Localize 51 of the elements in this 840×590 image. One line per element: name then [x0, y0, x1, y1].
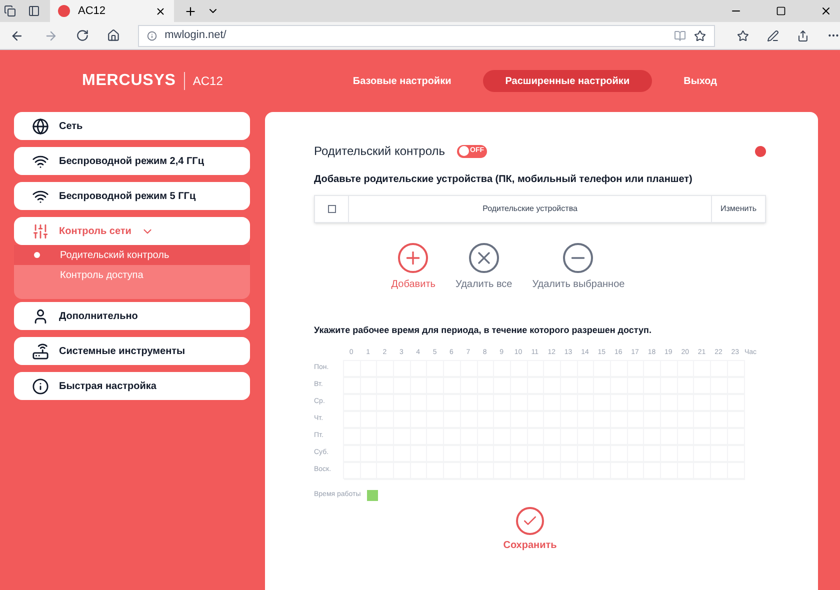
section-heading: Добавьте родительские устройства (ПК, мобильный телефон или планшет) [314, 173, 694, 187]
sidebar-item[interactable]: Быстрая настройка [14, 372, 250, 400]
tabs-icon[interactable] [4, 5, 16, 17]
globe-icon [32, 118, 49, 134]
close-icon[interactable] [155, 6, 166, 16]
nav-tab[interactable]: Базовые настройки [330, 70, 474, 92]
home-icon[interactable] [106, 29, 120, 42]
cross-icon [468, 243, 499, 273]
nav-tab[interactable]: Расширенные настройки [483, 70, 652, 92]
new-tab-icon[interactable] [184, 4, 197, 18]
reading-icon[interactable] [674, 30, 686, 42]
address-bar[interactable]: mwlogin.net/ [138, 24, 716, 46]
browser-tab[interactable]: AC12 [50, 0, 174, 22]
action-button[interactable]: Добавить [391, 243, 436, 292]
back-icon[interactable] [10, 28, 24, 42]
column-header: Изменить [711, 196, 765, 222]
section-heading: Укажите рабочее время для периода, в течение которого разрешен доступ. [314, 324, 652, 337]
person-icon [32, 308, 49, 324]
favorites-icon[interactable] [737, 30, 750, 42]
submenu-item[interactable]: Родительский контроль [14, 245, 250, 265]
maximize-icon[interactable] [776, 6, 786, 16]
share-icon[interactable] [797, 30, 810, 42]
section-title: Родительский контроль [314, 143, 445, 160]
reload-icon[interactable] [76, 29, 89, 42]
sidebar-item[interactable]: Контроль сети [14, 217, 250, 245]
site-logo-icon [58, 5, 70, 17]
help-icon[interactable] [755, 146, 766, 156]
brand-logo: MERCUSYS [82, 71, 176, 91]
sidebar-item[interactable]: Системные инструменты [14, 337, 250, 365]
model-name: AC12 [184, 72, 223, 90]
minus-icon [563, 243, 594, 273]
submenu-item[interactable]: Контроль доступа [14, 265, 250, 285]
sidebar-item[interactable]: Беспроводной режим 2,4 ГГц [14, 147, 250, 175]
sidebar-item[interactable]: Беспроводной режим 5 ГГц [14, 182, 250, 210]
checkbox[interactable] [328, 205, 336, 213]
nav-tab[interactable]: Выход [662, 70, 739, 92]
plus-icon [398, 243, 428, 273]
close-icon[interactable] [820, 5, 832, 17]
column-header: Родительские устройства [482, 203, 578, 215]
router-icon [32, 342, 49, 360]
panel-icon[interactable] [28, 5, 40, 17]
info-icon [146, 30, 157, 40]
sidebar-item[interactable]: Дополнительно [14, 302, 250, 330]
bullet-icon [34, 252, 40, 258]
check-icon [516, 506, 544, 534]
sidebar-item[interactable]: Сеть [14, 112, 250, 140]
save-button[interactable]: Сохранить [503, 506, 557, 552]
star-icon[interactable] [694, 30, 706, 42]
sliders-icon [32, 222, 49, 240]
pen-icon[interactable] [767, 30, 780, 42]
info-icon [32, 378, 49, 394]
